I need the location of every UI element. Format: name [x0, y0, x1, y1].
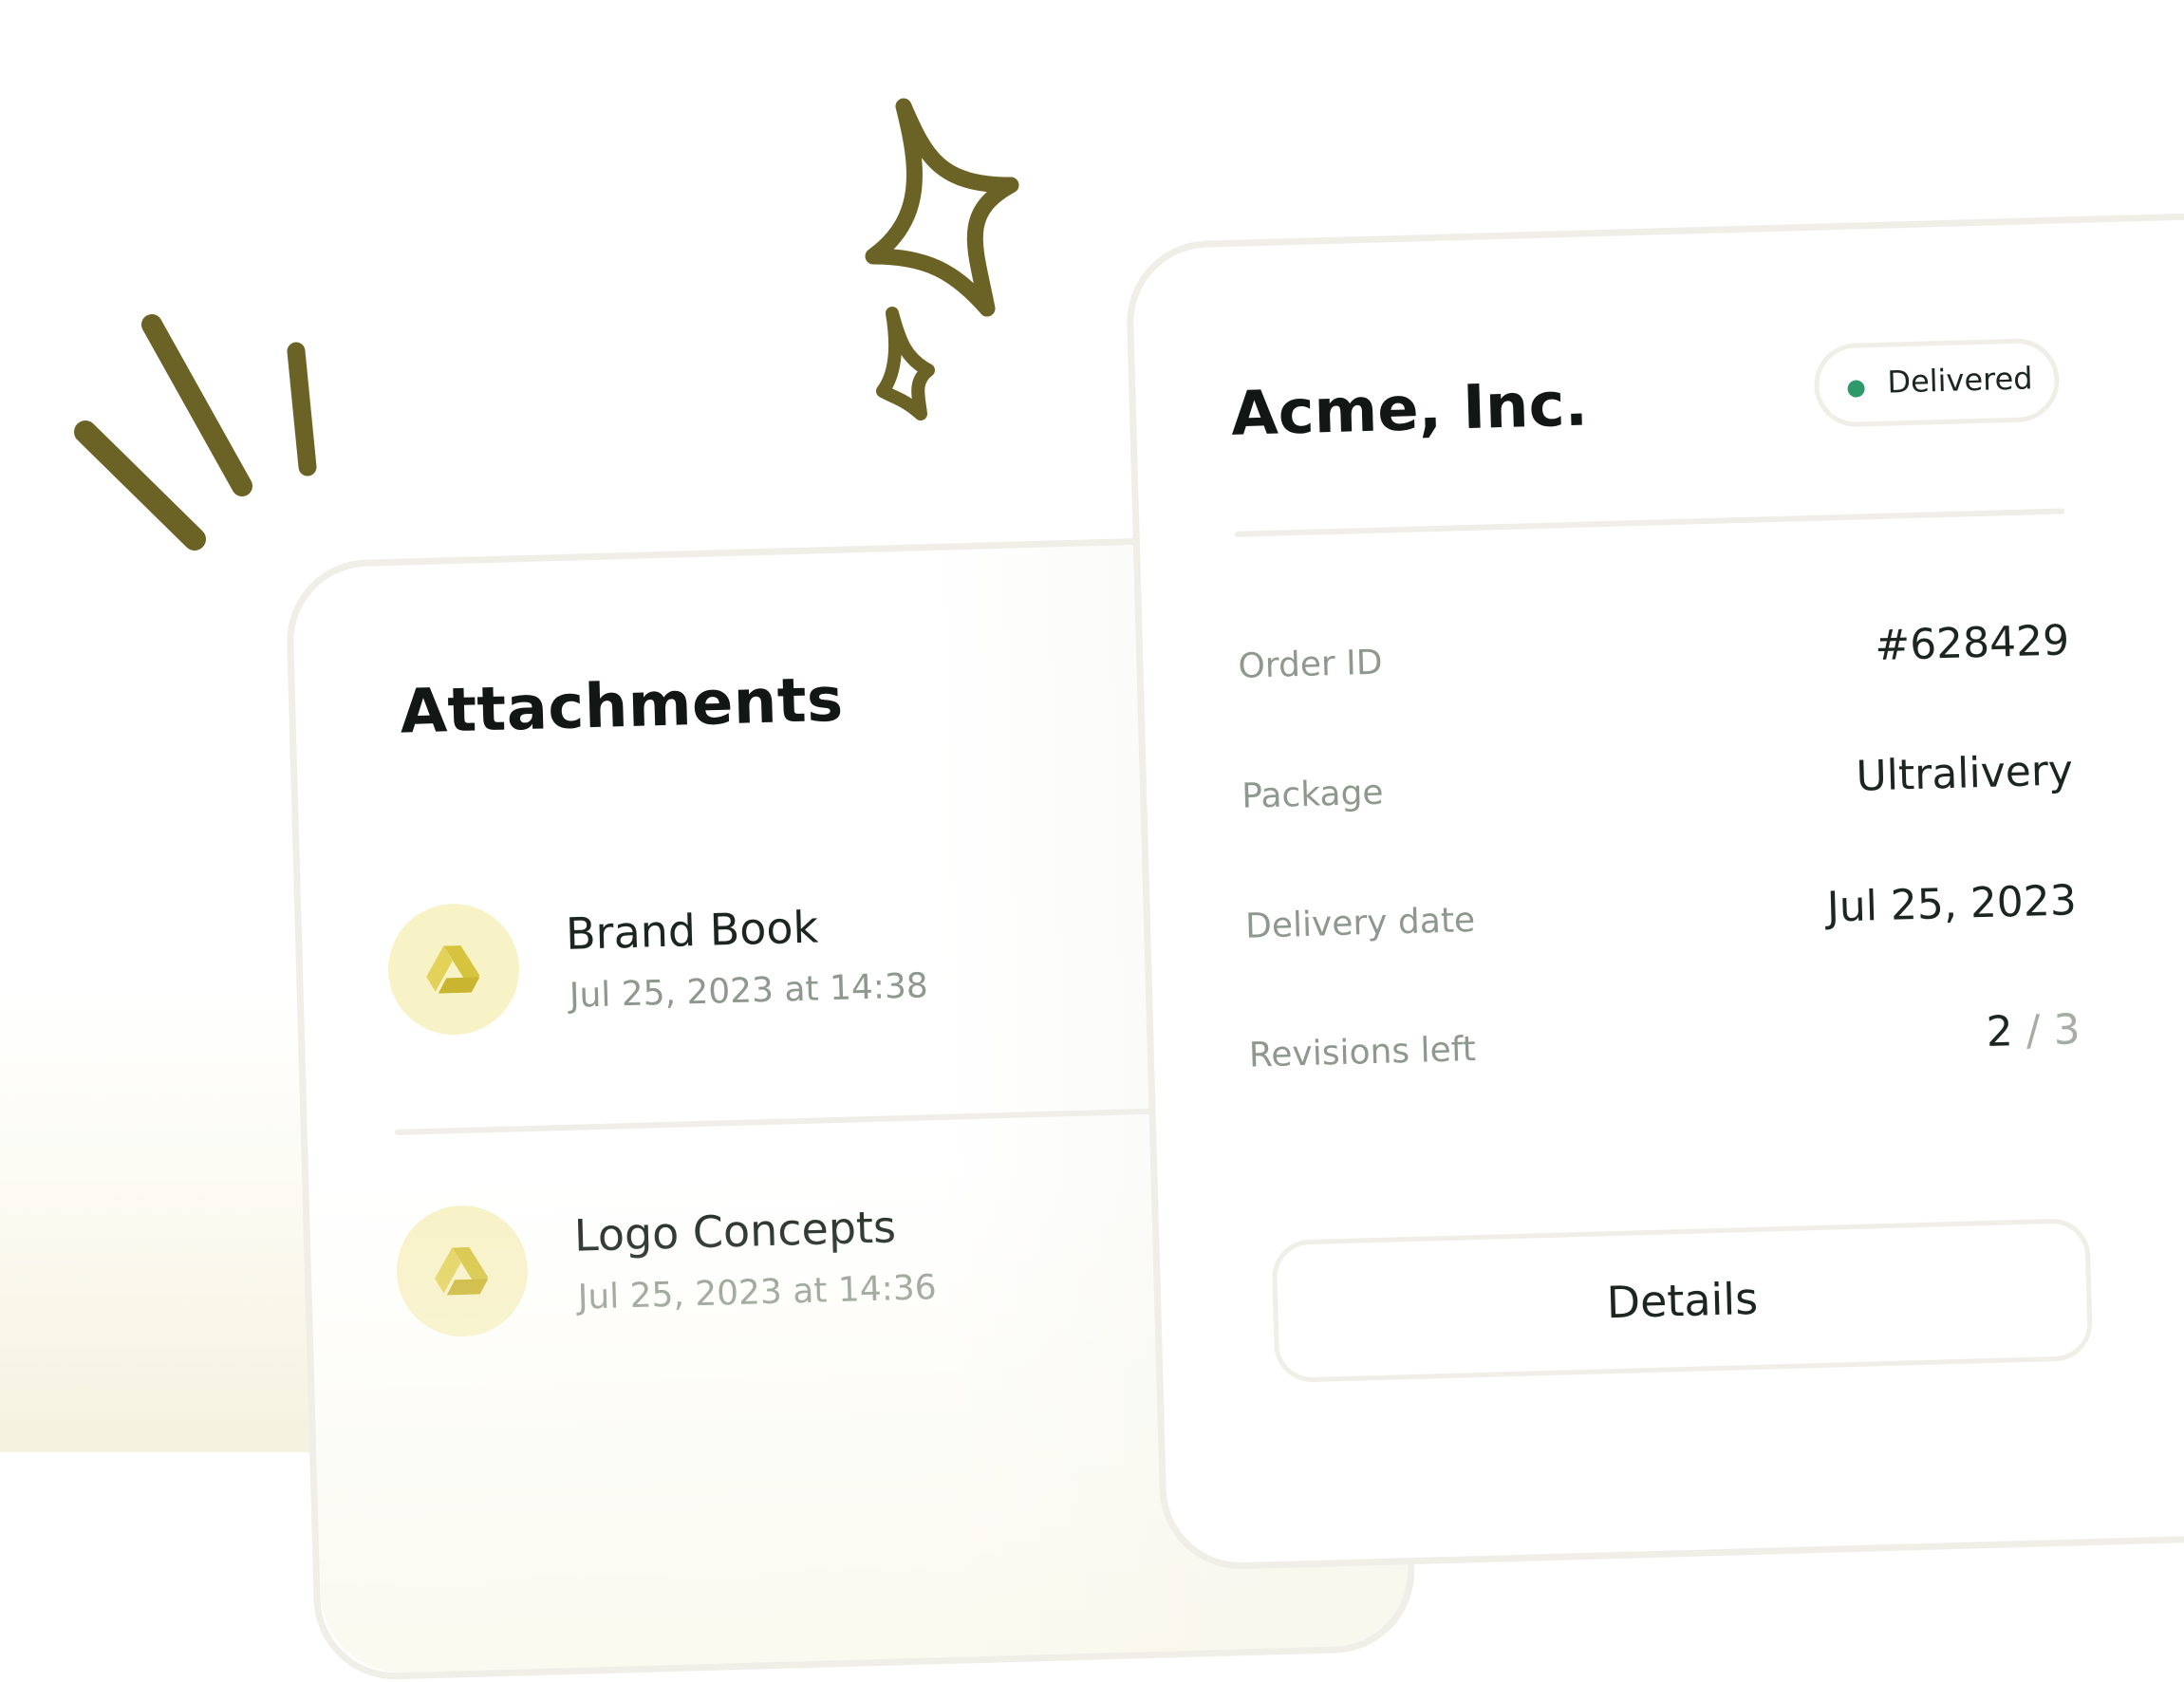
doodle-stroke-middle: [141, 314, 252, 496]
revisions-left-label: Revisions left: [1248, 1030, 1477, 1075]
attachment-date: Jul 25, 2023 at 14:36: [577, 1268, 938, 1318]
order-id-label: Order ID: [1237, 643, 1384, 686]
package-value: Ultralivery: [1855, 746, 2074, 801]
order-id-value: #628429: [1874, 616, 2070, 671]
google-drive-icon: [395, 1204, 530, 1338]
details-button[interactable]: Details: [1271, 1218, 2094, 1384]
revisions-left-row: Revisions left 2 / 3: [1248, 1000, 2081, 1089]
order-id-row: Order ID #628429: [1238, 610, 2071, 700]
status-badge: Delivered: [1813, 337, 2061, 428]
revisions-left-value: 2 / 3: [1986, 1005, 2081, 1056]
order-card: Acme, Inc. Delivered Order ID #628429 Pa…: [1125, 210, 2184, 1572]
company-name: Acme, Inc.: [1230, 369, 1589, 450]
delivery-date-value: Jul 25, 2023: [1826, 876, 2078, 932]
package-label: Package: [1241, 773, 1385, 816]
sparkle-small-icon: [876, 307, 935, 420]
revisions-total: / 3: [2025, 1005, 2081, 1056]
google-drive-icon: [386, 902, 521, 1037]
package-row: Package Ultralivery: [1241, 740, 2074, 830]
revisions-used: 2: [1986, 1007, 2014, 1056]
attachment-name: Logo Concepts: [573, 1201, 897, 1262]
delivery-date-row: Delivery date Jul 25, 2023: [1244, 870, 2078, 960]
doodle-stroke-left: [74, 420, 206, 551]
attachment-date: Jul 25, 2023 at 14:38: [569, 966, 929, 1016]
delivery-date-label: Delivery date: [1244, 900, 1476, 946]
attachment-name: Brand Book: [565, 901, 819, 960]
order-divider: [1234, 508, 2065, 537]
sparkle-large-icon: [865, 98, 1019, 317]
status-text: Delivered: [1886, 360, 2034, 401]
status-dot-icon: [1847, 380, 1865, 398]
attachments-title: Attachments: [399, 664, 845, 748]
doodle-stroke-right: [287, 342, 317, 477]
